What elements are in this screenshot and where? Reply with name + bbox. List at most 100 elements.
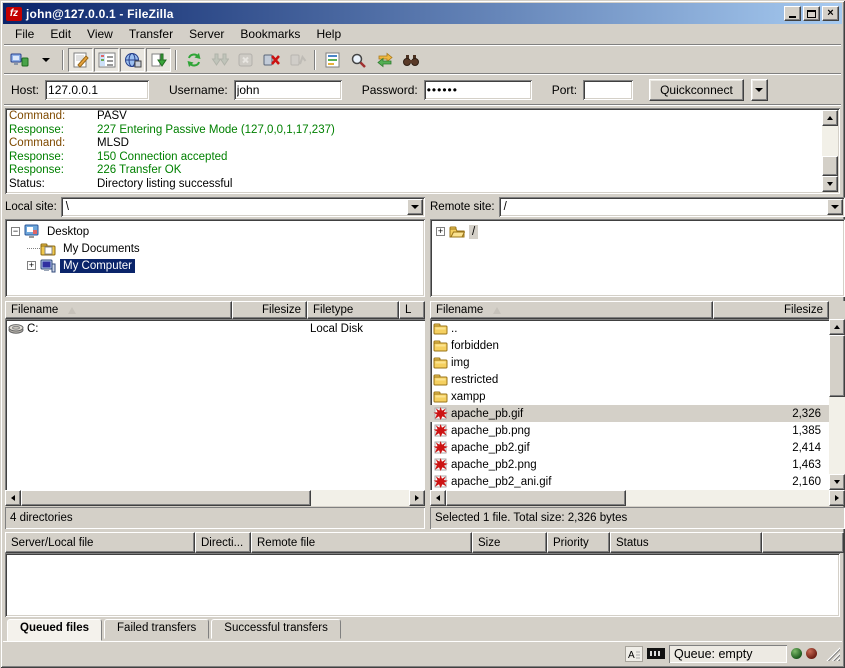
site-manager-button[interactable]	[7, 48, 32, 72]
username-input[interactable]	[234, 80, 342, 100]
disconnect-button[interactable]	[259, 48, 284, 72]
menu-server[interactable]: Server	[181, 25, 232, 43]
scroll-up-button[interactable]	[822, 110, 838, 126]
scrollbar-thumb[interactable]	[446, 490, 626, 506]
scroll-down-button[interactable]	[829, 474, 845, 490]
local-tree-item-desktop[interactable]: −Desktop	[9, 223, 421, 240]
close-button[interactable]: ×	[822, 6, 839, 21]
remote-file-row-apache-pb2-png[interactable]: apache_pb2.png1,463	[430, 456, 829, 473]
menu-file[interactable]: File	[7, 25, 42, 43]
collapse-expander-icon[interactable]: −	[11, 227, 20, 236]
toggle-remote-tree-button[interactable]	[120, 48, 145, 72]
remote-site-dropdown[interactable]	[827, 199, 843, 215]
scroll-left-button[interactable]	[430, 490, 446, 506]
toggle-transfer-queue-button[interactable]	[146, 48, 171, 72]
toggle-local-tree-button[interactable]	[94, 48, 119, 72]
quickconnect-dropdown[interactable]	[751, 79, 768, 101]
column-header-filesize[interactable]: Filesize	[232, 301, 307, 319]
local-file-row[interactable]: C:Local Disk	[5, 320, 425, 337]
column-header-filename[interactable]: Filename	[5, 301, 232, 319]
scroll-right-button[interactable]	[409, 490, 425, 506]
column-header-server-local-file[interactable]: Server/Local file	[5, 532, 195, 553]
expand-expander-icon[interactable]: +	[436, 227, 445, 236]
ascii-datatype-icon[interactable]: A	[625, 646, 643, 662]
local-file-list[interactable]: C:Local Disk	[5, 319, 425, 490]
host-input[interactable]	[45, 80, 149, 100]
column-header-l[interactable]: L	[399, 301, 425, 319]
remote-file-row-item[interactable]: ..	[430, 320, 829, 337]
reconnect-button[interactable]	[285, 48, 310, 72]
column-header-filesize[interactable]: Filesize	[713, 301, 829, 319]
local-tree-item-my-computer[interactable]: +My Computer	[9, 257, 421, 274]
local-directory-tree[interactable]: −DesktopMy Documents+My Computer	[5, 219, 425, 297]
directory-comparison-button[interactable]	[346, 48, 371, 72]
log-scrollbar[interactable]	[822, 110, 838, 192]
column-header-status[interactable]: Status	[610, 532, 762, 553]
scrollbar-thumb[interactable]	[822, 156, 838, 176]
menu-view[interactable]: View	[79, 25, 121, 43]
tab-failed-transfers[interactable]: Failed transfers	[104, 619, 209, 639]
local-horizontal-scrollbar[interactable]	[5, 490, 425, 506]
minimize-button[interactable]	[784, 6, 801, 21]
remote-file-row-img[interactable]: img	[430, 354, 829, 371]
menu-transfer[interactable]: Transfer	[121, 25, 181, 43]
local-tree-item-my-documents[interactable]: My Documents	[9, 240, 421, 257]
expand-expander-icon[interactable]: +	[27, 261, 36, 270]
remote-file-row-xampp[interactable]: xampp	[430, 388, 829, 405]
synchronized-browsing-button[interactable]	[372, 48, 397, 72]
toggle-message-log-button[interactable]	[68, 48, 93, 72]
local-site-dropdown[interactable]	[407, 199, 423, 215]
remote-file-row-apache-pb2-gif[interactable]: apache_pb2.gif2,414	[430, 439, 829, 456]
resize-grip[interactable]	[825, 646, 840, 661]
column-header-priority[interactable]: Priority	[547, 532, 610, 553]
scrollbar-thumb[interactable]	[829, 335, 845, 397]
speed-limit-indicator-icon[interactable]	[647, 648, 665, 659]
scroll-right-button[interactable]	[829, 490, 845, 506]
remote-file-row-apache-pb-png[interactable]: apache_pb.png1,385	[430, 422, 829, 439]
column-header-label: Filesize	[784, 304, 823, 316]
menu-bookmarks[interactable]: Bookmarks	[232, 25, 308, 43]
remote-list-header: Filename Filesize	[430, 301, 845, 319]
refresh-button[interactable]	[181, 48, 206, 72]
column-header-size[interactable]: Size	[472, 532, 547, 553]
menu-edit[interactable]: Edit	[42, 25, 79, 43]
remote-tree-item-item[interactable]: +/	[434, 223, 841, 240]
folder-icon	[433, 373, 448, 386]
tab-queued-files[interactable]: Queued files	[7, 619, 102, 641]
menu-help[interactable]: Help	[308, 25, 349, 43]
remote-site-combobox[interactable]: /	[499, 197, 845, 217]
find-files-button[interactable]	[398, 48, 423, 72]
column-header-item[interactable]	[762, 532, 844, 553]
column-header-directi[interactable]: Directi...	[195, 532, 251, 553]
site-manager-dropdown[interactable]	[33, 48, 58, 72]
port-input[interactable]	[583, 80, 633, 100]
process-queue-button[interactable]	[207, 48, 232, 72]
scroll-down-button[interactable]	[822, 176, 838, 192]
title-bar[interactable]: fz john@127.0.0.1 - FileZilla ×	[3, 3, 842, 24]
cancel-operation-button[interactable]	[233, 48, 258, 72]
remote-horizontal-scrollbar[interactable]	[430, 490, 845, 506]
password-input[interactable]	[424, 80, 532, 100]
column-header-remote-file[interactable]: Remote file	[251, 532, 472, 553]
remote-file-row-apache-pb2-ani-gif[interactable]: apache_pb2_ani.gif2,160	[430, 473, 829, 490]
scroll-up-button[interactable]	[829, 319, 845, 335]
remote-file-row-restricted[interactable]: restricted	[430, 371, 829, 388]
remote-file-row-apache-pb-gif[interactable]: apache_pb.gif2,326	[430, 405, 829, 422]
quickconnect-button[interactable]: Quickconnect	[649, 79, 744, 101]
log-label: Command:	[9, 137, 97, 151]
remote-directory-tree[interactable]: +/	[430, 219, 845, 297]
maximize-button[interactable]	[803, 6, 820, 21]
message-log[interactable]: Command:PASVResponse:227 Entering Passiv…	[5, 108, 840, 194]
remote-file-list[interactable]: ..forbiddenimgrestrictedxamppapache_pb.g…	[430, 319, 845, 490]
divider	[4, 104, 841, 106]
tab-successful-transfers[interactable]: Successful transfers	[211, 619, 341, 639]
local-site-combobox[interactable]: \	[61, 197, 425, 217]
column-header-filename[interactable]: Filename	[430, 301, 713, 319]
scrollbar-thumb[interactable]	[21, 490, 311, 506]
scroll-left-button[interactable]	[5, 490, 21, 506]
filename-filters-button[interactable]	[320, 48, 345, 72]
remote-file-row-forbidden[interactable]: forbidden	[430, 337, 829, 354]
transfer-queue-list[interactable]	[5, 553, 840, 617]
remote-list-scrollbar[interactable]	[829, 319, 845, 490]
column-header-filetype[interactable]: Filetype	[307, 301, 399, 319]
